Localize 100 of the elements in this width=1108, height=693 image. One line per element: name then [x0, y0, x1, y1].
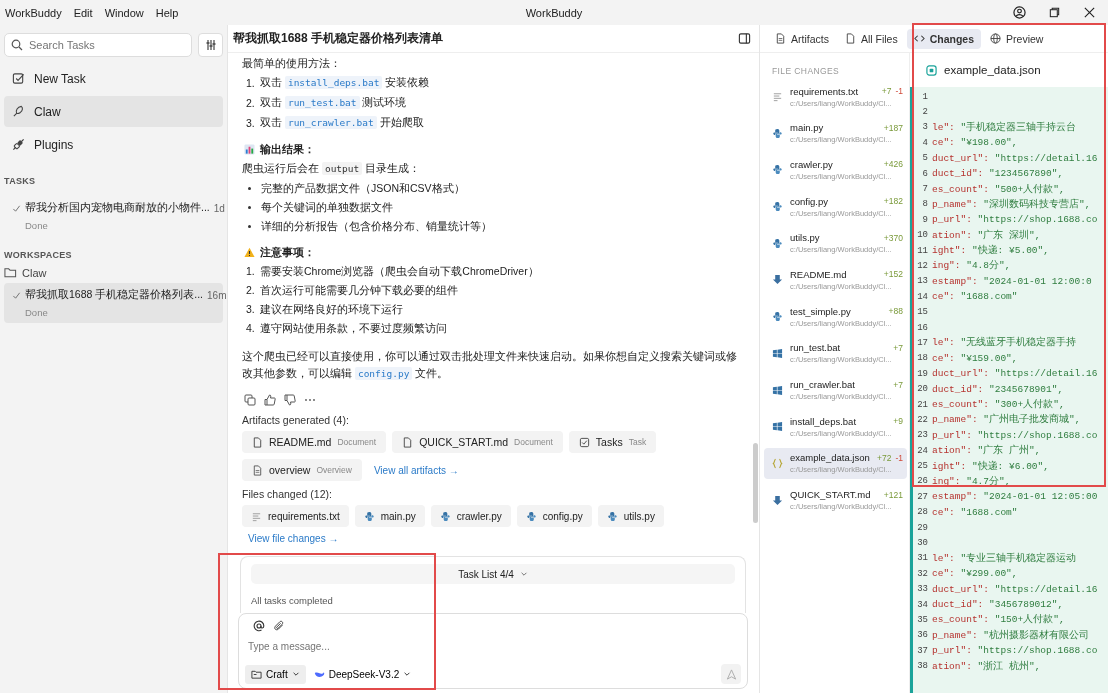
file-chip[interactable]: crawler.py	[430, 505, 511, 527]
code-line: ce": "1688.com"	[932, 506, 1018, 518]
restore-icon[interactable]	[1048, 6, 1061, 19]
braces-icon	[772, 457, 783, 469]
folder-icon	[251, 668, 262, 680]
line-number: 3	[921, 122, 928, 133]
model-dropdown[interactable]: DeepSeek-V3.2	[313, 668, 412, 680]
search-field[interactable]: Search Tasks	[4, 33, 192, 57]
line-number: 14	[916, 291, 928, 302]
artifact-chip[interactable]: QUICK_START.md Document	[392, 431, 563, 453]
thumbs-up-icon[interactable]	[264, 394, 276, 406]
panel-toggle-icon[interactable]	[738, 32, 751, 45]
tab[interactable]: Preview	[983, 28, 1051, 49]
menu-item[interactable]: Help	[155, 6, 179, 19]
code-line: estamp": "2024-01-01 12:00:0	[932, 275, 1092, 287]
added-count: +7	[893, 342, 903, 353]
python-icon	[363, 510, 375, 522]
python-icon	[606, 510, 618, 522]
python-icon	[772, 164, 783, 176]
task-title: 帮我分析国内宠物电商耐放的小物件...	[25, 201, 210, 215]
file-name: install_deps.bat	[790, 415, 858, 427]
section-heading: WORKSPACES	[4, 250, 73, 260]
at-sign-icon[interactable]	[253, 620, 265, 632]
file-chip[interactable]: utils.py	[597, 505, 664, 527]
section-heading: 输出结果：	[260, 142, 315, 157]
tab[interactable]: Artifacts	[768, 28, 836, 49]
nav-item[interactable]: New Task	[4, 63, 223, 94]
code-line: le": "手机稳定器三轴手持云台	[932, 120, 1077, 134]
file-chip[interactable]: main.py	[354, 505, 425, 527]
copy-icon[interactable]	[244, 394, 256, 406]
line-number: 32	[916, 568, 928, 579]
file-name: test_simple.py	[790, 305, 852, 317]
python-icon	[772, 237, 783, 249]
file-name: README.md	[790, 268, 848, 280]
sliders-icon	[204, 39, 217, 51]
file-name: run_test.bat	[790, 342, 842, 354]
section-heading: TASKS	[4, 176, 37, 186]
scrollbar[interactable]	[753, 443, 758, 523]
added-count: +370	[883, 232, 903, 243]
check-icon	[12, 203, 21, 213]
code-line: duct_id": "3456789012",	[932, 599, 1064, 611]
task-item[interactable]: 帮我分析国内宠物电商耐放的小物件... 1d Done	[4, 196, 223, 236]
file-name: utils.py	[790, 232, 821, 244]
paperclip-icon[interactable]	[273, 620, 285, 632]
view-file-changes-link[interactable]: View file changes →	[248, 533, 339, 544]
account-icon[interactable]	[1013, 6, 1026, 19]
artifact-chip[interactable]: Tasks Task	[568, 431, 657, 453]
menu-item[interactable]: Edit	[73, 6, 93, 19]
paragraph: 这个爬虫已经可以直接使用，你可以通过双击批处理文件来快速启动。如果你想自定义搜索关键词或修改其他参数，可以编辑 config.py 文件。	[242, 349, 738, 382]
code-line: ce": "¥159.00",	[932, 352, 1018, 364]
claw-icon	[12, 105, 25, 118]
added-count: +152	[883, 269, 903, 280]
task-list-toggle[interactable]: Task List 4/4	[251, 564, 735, 584]
task-title: 帮我抓取1688 手机稳定器价格列表...	[25, 288, 204, 302]
nav-item[interactable]: Plugins	[4, 129, 223, 160]
line-number: 19	[916, 368, 928, 379]
file-name: QUICK_START.md	[790, 489, 872, 501]
document-icon	[844, 33, 856, 44]
line-number: 4	[921, 137, 928, 148]
line-number: 15	[916, 307, 928, 318]
code-line: estamp": "2024-01-01 12:05:00	[932, 491, 1098, 503]
line-number: 7	[921, 184, 928, 195]
line-number: 21	[916, 399, 928, 410]
task-status: Done	[25, 220, 48, 231]
line-number: 35	[916, 614, 928, 625]
list-number: 3.	[246, 302, 256, 317]
menu-item[interactable]: Window	[104, 6, 144, 19]
tab[interactable]: Changes	[906, 28, 982, 49]
list-item-text: 双击 run_test.bat 测试环境	[260, 95, 407, 111]
windows-icon	[772, 347, 783, 359]
paragraph: 最简单的使用方法：	[242, 56, 342, 71]
file-badge-icon	[926, 64, 937, 76]
code-line: ation": "广东 广州",	[932, 444, 1041, 458]
artifacts-heading: Artifacts generated (4):	[242, 414, 350, 426]
list-number: 2.	[246, 283, 256, 298]
line-number: 30	[916, 538, 928, 548]
artifact-chip[interactable]: overview Overview	[242, 459, 362, 481]
code-line: duct_url": "https://detail.16	[932, 152, 1098, 164]
tab[interactable]: All Files	[837, 28, 905, 49]
code-line: ation": "广东 深圳",	[932, 228, 1041, 242]
menu-item[interactable]: WorkBuddy	[5, 6, 62, 19]
artifact-chip[interactable]: README.md Document	[242, 431, 387, 453]
file-chip[interactable]: requirements.txt	[242, 505, 349, 527]
bullet-dot	[248, 186, 251, 190]
close-icon[interactable]	[1083, 6, 1096, 19]
code-line: ce": "¥198.00",	[932, 137, 1018, 149]
added-count: +9	[893, 416, 903, 427]
mode-dropdown[interactable]: Craft	[245, 664, 306, 684]
filter-button[interactable]	[198, 33, 223, 57]
workspace-folder[interactable]: Claw	[4, 266, 223, 279]
file-chip[interactable]: config.py	[516, 505, 592, 527]
thumbs-down-icon[interactable]	[284, 394, 296, 406]
document-lines-icon	[775, 33, 786, 44]
chat-title: 帮我抓取1688 手机稳定器价格列表清单	[233, 30, 444, 47]
view-artifacts-link[interactable]: View all artifacts →	[373, 464, 459, 476]
python-icon	[439, 510, 451, 522]
line-number: 22	[916, 414, 928, 425]
nav-item[interactable]: Claw	[4, 96, 223, 127]
code-line: ce": "1688.com"	[932, 291, 1018, 303]
code-line: es_count": "300+人付款",	[932, 398, 1065, 411]
